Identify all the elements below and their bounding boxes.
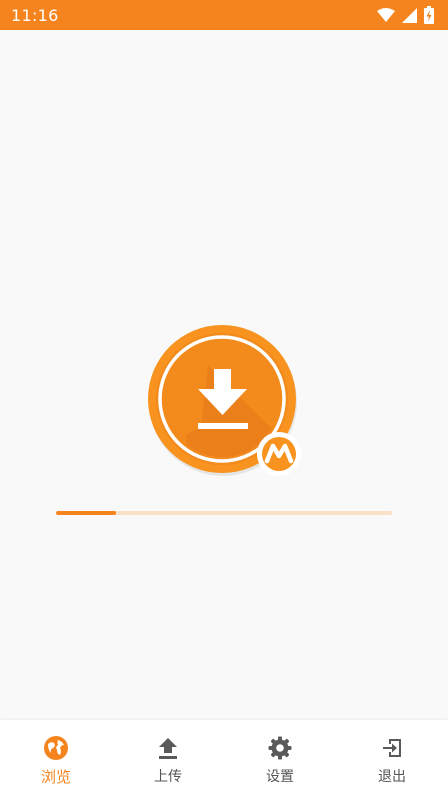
globe-icon	[42, 734, 70, 762]
progress-fill	[56, 511, 117, 515]
nav-label-settings: 设置	[266, 769, 294, 785]
nav-label-upload: 上传	[154, 769, 182, 785]
nav-item-settings[interactable]: 设置	[224, 720, 336, 796]
wifi-icon	[377, 8, 395, 22]
bottom-navigation: 浏览 上传 设置 退出	[0, 720, 448, 796]
nav-label-browse: 浏览	[40, 768, 71, 786]
status-time: 11:16	[11, 5, 59, 25]
status-icons	[377, 6, 434, 24]
cellular-signal-icon	[402, 7, 417, 23]
splash-screen	[0, 30, 448, 720]
nav-item-exit[interactable]: 退出	[336, 720, 448, 796]
gear-icon	[266, 734, 294, 762]
battery-charging-icon	[424, 6, 434, 24]
nav-label-exit: 退出	[378, 769, 406, 785]
status-bar: 11:16	[0, 0, 448, 30]
exit-icon	[378, 734, 406, 762]
nav-item-browse[interactable]: 浏览	[0, 720, 112, 796]
upload-icon	[154, 734, 182, 762]
nav-item-upload[interactable]: 上传	[112, 720, 224, 796]
loading-progress-bar	[56, 511, 392, 515]
download-badge-icon	[146, 325, 306, 481]
